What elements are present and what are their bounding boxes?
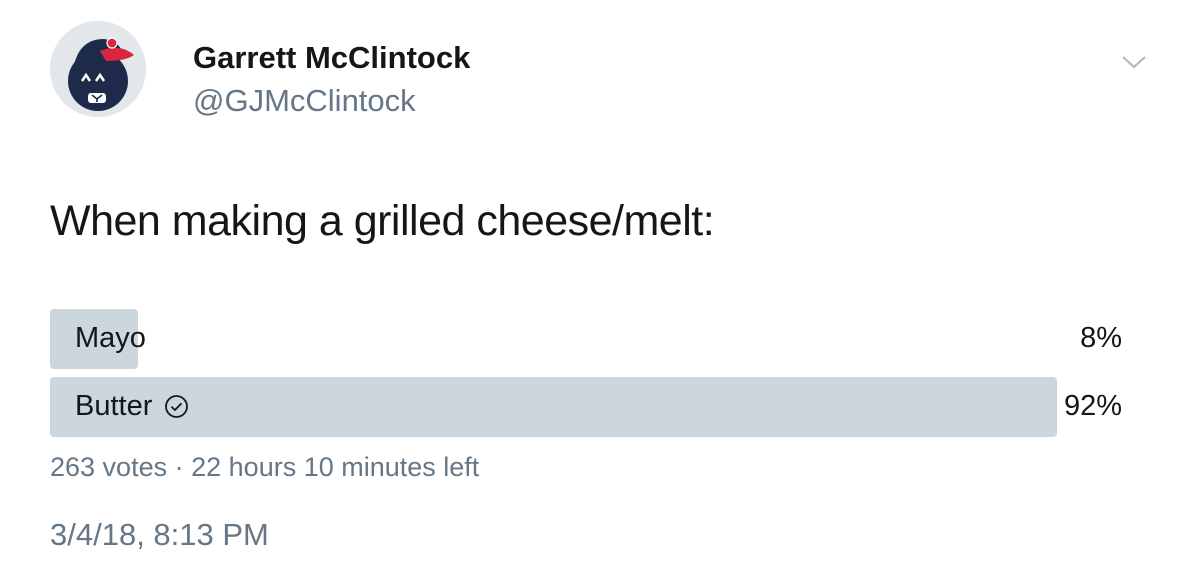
- poll-option-label: Mayo: [75, 322, 146, 355]
- author-name[interactable]: Garrett McClintock: [193, 40, 470, 76]
- avatar[interactable]: [50, 21, 146, 117]
- poll-option-label-text: Mayo: [75, 322, 146, 354]
- author-handle[interactable]: @GJMcClintock: [193, 83, 416, 119]
- chevron-down-icon[interactable]: [1121, 53, 1147, 71]
- poll-votes: 263 votes: [50, 452, 168, 482]
- poll-option-label: Butter: [75, 390, 189, 423]
- poll-option-mayo[interactable]: Mayo 8%: [50, 309, 1122, 369]
- poll-meta: 263 votes · 22 hours 10 minutes left: [50, 452, 479, 483]
- avatar-ball-cap-image: [50, 21, 146, 117]
- poll-option-label-text: Butter: [75, 390, 153, 422]
- tweet-card: Garrett McClintock @GJMcClintock When ma…: [0, 0, 1200, 568]
- poll-time-left: 22 hours 10 minutes left: [191, 452, 480, 482]
- check-circle-icon: [164, 394, 189, 419]
- poll: Mayo 8% Butter 92%: [50, 309, 1122, 445]
- poll-meta-separator: ·: [174, 452, 184, 482]
- poll-option-percent: 8%: [1080, 322, 1122, 354]
- tweet-timestamp[interactable]: 3/4/18, 8:13 PM: [50, 517, 269, 553]
- poll-option-percent: 92%: [1063, 390, 1122, 422]
- tweet-text: When making a grilled cheese/melt:: [50, 197, 715, 245]
- poll-bar: [50, 377, 1057, 437]
- poll-option-butter[interactable]: Butter 92%: [50, 377, 1122, 437]
